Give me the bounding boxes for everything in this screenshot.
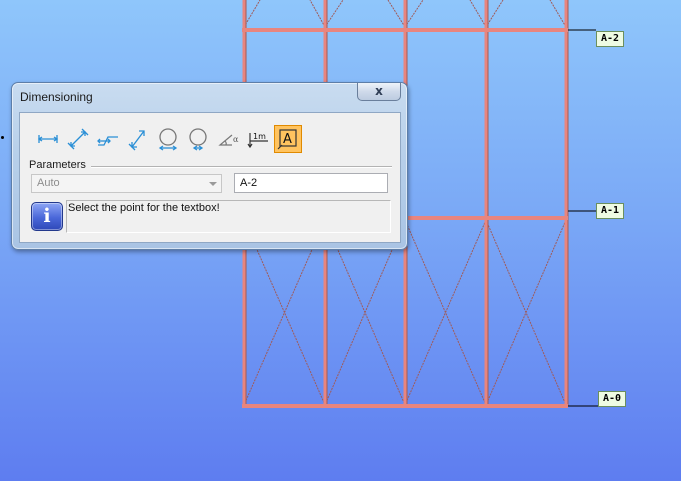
- linear-dimension-button[interactable]: [34, 125, 62, 153]
- close-button[interactable]: x: [357, 83, 401, 101]
- info-icon-glyph: i: [43, 205, 51, 227]
- mode-select-value: Auto: [37, 177, 60, 189]
- level-tag-a2[interactable]: A-2: [596, 31, 625, 47]
- radius-dimension-button[interactable]: [184, 125, 212, 153]
- angled-dimension-button[interactable]: [124, 125, 152, 153]
- dialog-client-area: α 1m A Parameters Auto A-2 i Select the …: [19, 112, 401, 243]
- linear-dimension-icon: [37, 135, 59, 143]
- svg-text:A: A: [283, 132, 292, 147]
- radius-dimension-icon: [189, 128, 207, 151]
- chevron-down-icon: [209, 182, 217, 186]
- dialog-title: Dimensioning: [20, 90, 93, 104]
- text-dimension-icon: A: [277, 129, 297, 150]
- svg-text:1m: 1m: [253, 132, 266, 141]
- aligned-dimension-icon: [67, 128, 89, 150]
- elevation-dimension-button[interactable]: 1m: [244, 125, 272, 153]
- parameters-divider: [91, 166, 392, 168]
- offset-dimension-button[interactable]: [94, 125, 122, 153]
- level-tag-a1[interactable]: A-1: [596, 203, 625, 219]
- level-tag-a0[interactable]: A-0: [598, 391, 627, 407]
- offset-dimension-icon: [97, 136, 118, 146]
- angled-dimension-icon: [128, 130, 145, 151]
- level-leaders: [568, 29, 598, 407]
- angle-dimension-button[interactable]: α: [214, 125, 242, 153]
- angle-dimension-icon: α: [218, 134, 239, 146]
- parameters-label: Parameters: [29, 159, 86, 171]
- status-message-box: Select the point for the textbox!: [66, 200, 391, 233]
- dimensioning-dialog: Dimensioning x α 1m A Parameters Auto A-…: [11, 82, 408, 250]
- svg-text:α: α: [233, 135, 239, 144]
- dimension-toolbar: α 1m A: [34, 125, 302, 153]
- text-dimension-button[interactable]: A: [274, 125, 302, 153]
- aligned-dimension-button[interactable]: [64, 125, 92, 153]
- cursor-dot: [1, 136, 4, 139]
- mode-select[interactable]: Auto: [31, 174, 222, 193]
- info-icon: i: [31, 202, 63, 231]
- diameter-dimension-button[interactable]: [154, 125, 182, 153]
- dimension-text-input[interactable]: [234, 173, 388, 193]
- diameter-dimension-icon: [158, 128, 178, 151]
- status-message: Select the point for the textbox!: [68, 202, 220, 214]
- elevation-dimension-icon: 1m: [247, 132, 268, 149]
